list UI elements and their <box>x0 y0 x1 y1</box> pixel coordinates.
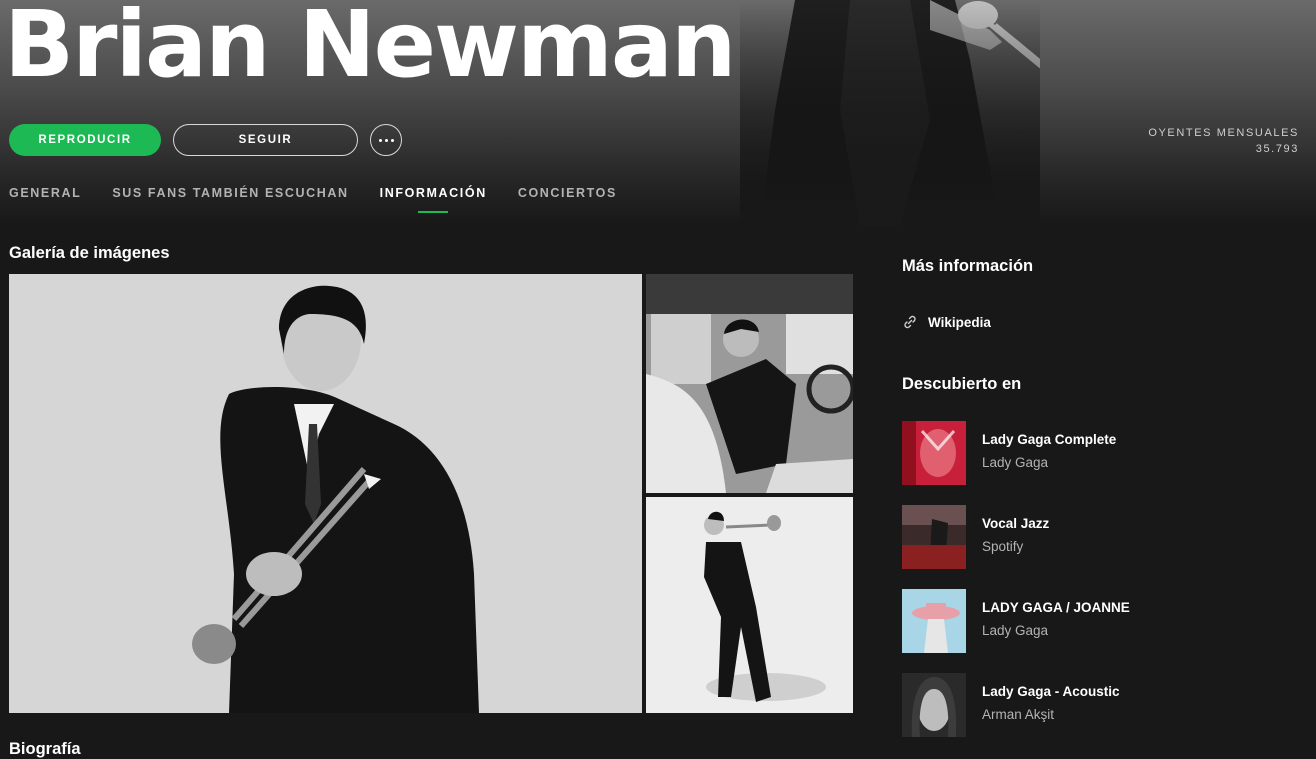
playlist-owner[interactable]: Lady Gaga <box>982 623 1048 638</box>
discovered-playlist-item[interactable]: LADY GAGA / JOANNE Lady Gaga <box>902 589 1302 653</box>
tab-general[interactable]: GENERAL <box>9 186 81 212</box>
playlist-cover <box>902 673 966 737</box>
playlist-owner[interactable]: Lady Gaga <box>982 455 1048 470</box>
playlist-title: Lady Gaga Complete <box>982 432 1117 447</box>
playlist-title: Vocal Jazz <box>982 516 1050 531</box>
playlist-cover <box>902 505 966 569</box>
artist-tabs: GENERAL SUS FANS TAMBIÉN ESCUCHAN INFORM… <box>9 186 648 212</box>
monthly-listeners-value: 35.793 <box>1255 143 1299 155</box>
tab-fans-also-like[interactable]: SUS FANS TAMBIÉN ESCUCHAN <box>112 186 348 212</box>
tab-concerts[interactable]: CONCIERTOS <box>518 186 617 212</box>
gallery-title: Galería de imágenes <box>9 244 170 262</box>
more-options-button[interactable] <box>370 124 402 156</box>
artist-header-photo <box>740 0 1040 225</box>
follow-button[interactable]: SEGUIR <box>173 124 358 156</box>
wikipedia-link-label: Wikipedia <box>928 314 991 330</box>
more-dots-icon <box>384 138 388 142</box>
more-dots-icon <box>378 138 382 142</box>
gallery-image-main[interactable] <box>9 274 642 713</box>
play-button[interactable]: REPRODUCIR <box>9 124 161 156</box>
discovered-on-title: Descubierto en <box>902 375 1022 393</box>
artist-header: Brian Newman REPRODUCIR SEGUIR OYENTES M… <box>0 0 1316 225</box>
playlist-title: LADY GAGA / JOANNE <box>982 600 1130 615</box>
tab-about[interactable]: INFORMACIÓN <box>380 186 487 212</box>
wikipedia-link[interactable]: Wikipedia <box>902 314 991 330</box>
gallery-image-trumpet[interactable] <box>646 497 853 713</box>
gallery-photo <box>646 274 853 493</box>
monthly-listeners-label: OYENTES MENSUALES <box>1148 127 1299 139</box>
monthly-listeners: OYENTES MENSUALES 35.793 <box>1148 125 1299 157</box>
playlist-cover <box>902 589 966 653</box>
discovered-playlist-item[interactable]: Lady Gaga Complete Lady Gaga <box>902 421 1302 485</box>
gallery-photo <box>9 274 642 713</box>
discovered-playlist-item[interactable]: Lady Gaga - Acoustic Arman Akşit <box>902 673 1302 737</box>
discovered-playlist-item[interactable]: Vocal Jazz Spotify <box>902 505 1302 569</box>
artist-name: Brian Newman <box>4 0 736 98</box>
biography-title: Biografía <box>9 740 81 758</box>
playlist-owner[interactable]: Spotify <box>982 539 1023 554</box>
gallery-photo <box>646 497 853 713</box>
gallery-image-car[interactable] <box>646 274 853 493</box>
playlist-owner[interactable]: Arman Akşit <box>982 707 1054 722</box>
link-icon <box>904 315 916 329</box>
playlist-cover <box>902 421 966 485</box>
more-info-title: Más información <box>902 257 1034 275</box>
playlist-title: Lady Gaga - Acoustic <box>982 684 1120 699</box>
more-dots-icon <box>390 138 394 142</box>
